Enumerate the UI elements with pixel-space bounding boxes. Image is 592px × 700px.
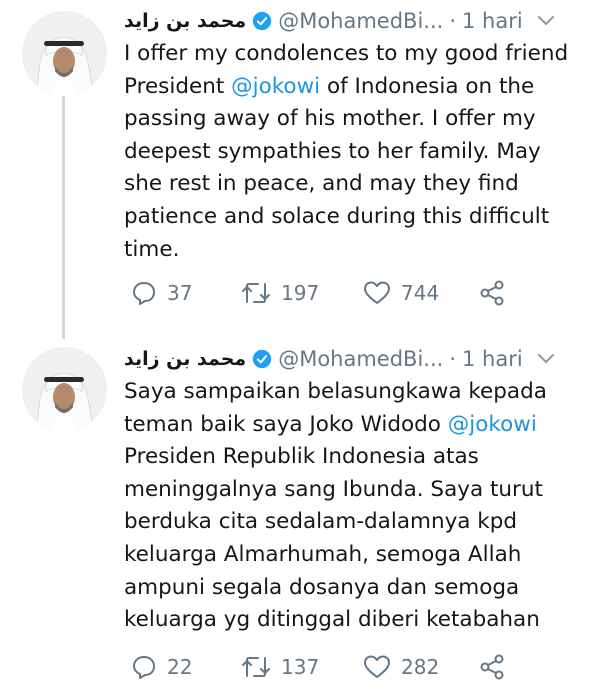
retweet-button[interactable]: 197 [241, 280, 319, 306]
avatar-image [22, 347, 107, 432]
avatar[interactable] [22, 11, 107, 96]
tweet-header: محمد بن زايد @MohamedBi... · 1 hari [124, 344, 580, 374]
chevron-down-icon[interactable] [537, 353, 555, 365]
retweet-button[interactable]: 137 [241, 654, 319, 680]
tweet-text-line: berduka cita sedalam-dalamnya kpd [124, 509, 518, 535]
tweet-text-line: teman baik saya Joko Widodo @jokowi [124, 409, 586, 442]
tweet-header: محمد بن زايد @MohamedBi... · 1 hari [124, 6, 580, 36]
retweet-count: 137 [281, 655, 320, 679]
reply-button[interactable]: 37 [131, 280, 192, 306]
tweet-text: Saya sampaikan belasungkawa kepada teman… [124, 376, 586, 637]
retweet-icon [242, 283, 270, 303]
retweet-icon [242, 657, 270, 677]
tweet-text-line: deepest sympathies to her family. May [124, 138, 541, 164]
tweet-timestamp[interactable]: 1 hari [462, 9, 523, 33]
tweet[interactable]: محمد بن زايد @MohamedBi... · 1 hari Saya… [0, 334, 592, 700]
tweet-text-line: patience and solace during this difficul… [124, 203, 550, 229]
author-name[interactable]: محمد بن زايد [124, 10, 246, 32]
author-name[interactable]: محمد بن زايد [124, 348, 246, 370]
tweet-text-line: Saya sampaikan belasungkawa kepada [124, 379, 547, 404]
verified-badge-icon [253, 11, 272, 31]
reply-count: 37 [167, 281, 193, 305]
tweet-actions: 22 137 282 [131, 654, 551, 682]
like-count: 282 [401, 655, 440, 679]
heart-icon [364, 281, 390, 304]
share-button[interactable] [479, 280, 505, 306]
tweet-text-line: President @jokowi of Indonesia on the [124, 71, 586, 104]
tweet-text: I offer my condolences to my good friend… [124, 38, 586, 266]
tweet-text-line: meninggalnya sang Ibunda. Saya turut [124, 476, 543, 502]
avatar[interactable] [22, 347, 107, 432]
avatar-image [22, 11, 107, 96]
tweet-text-line: Presiden Republik Indonesia atas [124, 444, 479, 470]
separator-dot: · [449, 347, 457, 371]
tweet-text-line: I offer my condolences to my good friend [124, 41, 569, 66]
tweet-text-line: she rest in peace, and may they find [124, 171, 519, 197]
reply-icon [133, 282, 155, 305]
like-button[interactable]: 744 [363, 280, 439, 306]
share-button[interactable] [479, 654, 505, 680]
verified-badge-icon [253, 349, 272, 369]
mention-link[interactable]: @jokowi [448, 412, 537, 437]
tweet-text-line: time. [124, 236, 180, 262]
tweet-text-line: keluarga yg ditinggal diberi ketabahan [124, 607, 540, 633]
author-handle[interactable]: @MohamedBi... [278, 347, 443, 371]
like-button[interactable]: 282 [363, 654, 439, 680]
chevron-down-icon[interactable] [537, 15, 555, 27]
tweet[interactable]: محمد بن زايد @MohamedBi... · 1 hari I of… [0, 0, 592, 330]
reply-icon [133, 656, 155, 679]
share-icon [480, 654, 504, 680]
tweet-text-line: passing away of his mother. I offer my [124, 106, 536, 132]
retweet-count: 197 [281, 281, 320, 305]
text-segment: of Indonesia on the [320, 73, 535, 99]
tweet-text-line: ampuni segala dosanya dan semoga [124, 574, 520, 600]
separator-dot: · [449, 9, 457, 33]
tweet-actions: 37 197 744 [131, 280, 551, 308]
mention-link[interactable]: @jokowi [231, 74, 320, 99]
like-count: 744 [401, 281, 440, 305]
tweet-text-line: keluarga Almarhumah, semoga Allah [124, 541, 522, 567]
reply-button[interactable]: 22 [131, 654, 192, 680]
tweet-timestamp[interactable]: 1 hari [462, 347, 523, 371]
author-handle[interactable]: @MohamedBi... [278, 9, 443, 33]
text-segment: teman baik saya Joko Widodo [124, 411, 448, 437]
text-segment: President [124, 73, 232, 99]
share-icon [480, 280, 504, 306]
heart-icon [364, 655, 390, 678]
reply-count: 22 [167, 655, 193, 679]
